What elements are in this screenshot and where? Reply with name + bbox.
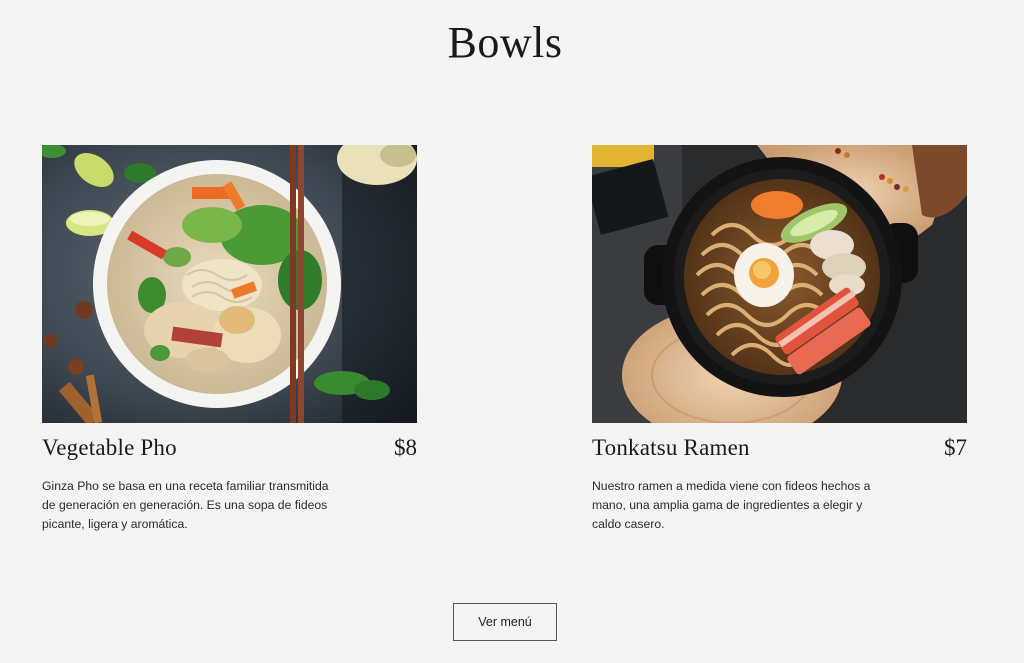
view-menu-button[interactable]: Ver menú [453,603,557,641]
dish-name: Tonkatsu Ramen [592,435,750,460]
dish-name: Vegetable Pho [42,435,177,460]
dish-card-tonkatsu-ramen: Tonkatsu Ramen $7 Nuestro ramen a medida… [592,145,967,534]
dish-price: $7 [944,435,967,460]
dish-description: Nuestro ramen a medida viene con fideos … [592,479,871,531]
section-title: Bowls [447,18,563,67]
dish-description: Ginza Pho se basa en una receta familiar… [42,479,329,531]
dish-price: $8 [394,435,417,460]
pho-bowl-photo [42,145,417,423]
ramen-bowl-photo [592,145,967,423]
dish-card-vegetable-pho: Vegetable Pho $8 Ginza Pho se basa en un… [42,145,417,534]
dish-header: Tonkatsu Ramen $7 [592,435,967,469]
bowls-section: Bowls Vegetable Pho $8 Ginza Pho se basa… [0,0,1024,663]
dish-header: Vegetable Pho $8 [42,435,417,469]
